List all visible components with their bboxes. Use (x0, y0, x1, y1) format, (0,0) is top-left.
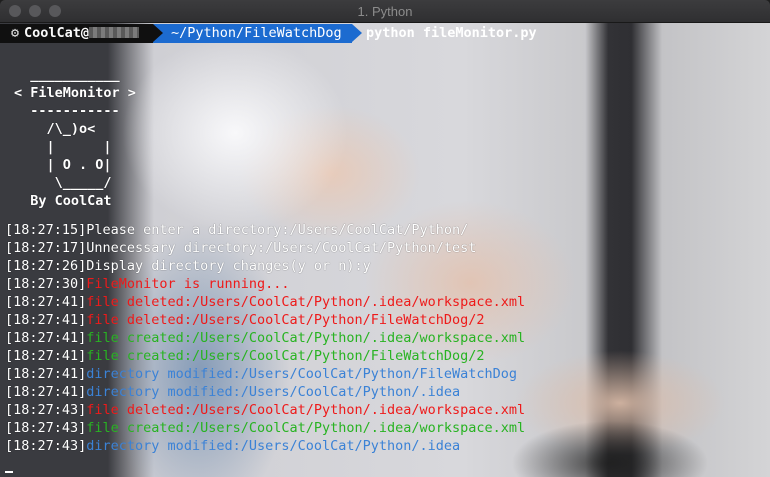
log-timestamp: [18:27:43] (5, 438, 87, 454)
log-message: file deleted:/Users/CoolCat/Python/FileW… (86, 312, 485, 328)
log-line: [18:27:41]file deleted:/Users/CoolCat/Py… (5, 311, 765, 329)
redacted-hostname (89, 27, 140, 38)
log-line: [18:27:43]directory modified:/Users/Cool… (5, 437, 765, 455)
log-message: file deleted:/Users/CoolCat/Python/.idea… (86, 402, 526, 418)
log-message: directory modified:/Users/CoolCat/Python… (86, 366, 518, 382)
log-timestamp: [18:27:15] (5, 222, 87, 238)
banner-line: By CoolCat (14, 193, 112, 209)
terminal-window: 1. Python ⚙ CoolCat@ ~/Python/FileWatchDo… (0, 0, 770, 477)
log-timestamp: [18:27:41] (5, 294, 87, 310)
log-output: [18:27:15]Please enter a directory:/User… (5, 221, 765, 455)
log-timestamp: [18:27:30] (5, 276, 87, 292)
log-timestamp: [18:27:43] (5, 402, 87, 418)
banner-line: ----------- (14, 103, 120, 119)
ascii-banner: ___________ < FileMonitor > ----------- … (14, 66, 136, 210)
log-message: FileMonitor is running... (86, 276, 290, 292)
banner-line: ___________ (14, 67, 120, 83)
log-line: [18:27:43]file created:/Users/CoolCat/Py… (5, 419, 765, 437)
log-line: [18:27:41]directory modified:/Users/Cool… (5, 365, 765, 383)
log-message: Please enter a directory:/Users/CoolCat/… (86, 222, 469, 238)
log-message: Display directory changes(y or n):y (86, 258, 371, 274)
terminal-cursor (5, 471, 13, 473)
terminal-content[interactable]: ⚙ CoolCat@ ~/Python/FileWatchDog python f… (0, 23, 770, 477)
log-message: Unnecessary directory:/Users/CoolCat/Pyt… (86, 240, 477, 256)
log-line: [18:27:15]Please enter a directory:/User… (5, 221, 765, 239)
log-message: file created:/Users/CoolCat/Python/.idea… (86, 330, 526, 346)
banner-line: /\_)o< (14, 121, 96, 137)
gear-icon: ⚙ (10, 25, 20, 41)
banner-line: < FileMonitor > (14, 85, 136, 101)
banner-line: \_____/ (14, 175, 112, 191)
log-message: file created:/Users/CoolCat/Python/.idea… (86, 420, 526, 436)
banner-line: | | (14, 139, 112, 155)
title-bar[interactable]: 1. Python (0, 0, 770, 23)
log-timestamp: [18:27:41] (5, 312, 87, 328)
prompt-user: CoolCat@ (24, 25, 90, 41)
log-timestamp: [18:27:41] (5, 366, 87, 382)
log-line: [18:27:43]file deleted:/Users/CoolCat/Py… (5, 401, 765, 419)
window-title: 1. Python (357, 4, 413, 19)
log-timestamp: [18:27:43] (5, 420, 87, 436)
prompt-separator-arrow (352, 24, 362, 42)
log-message: directory modified:/Users/CoolCat/Python… (86, 384, 461, 400)
prompt-path-segment: ~/Python/FileWatchDog (153, 24, 352, 43)
prompt-user-segment: ⚙ CoolCat@ (0, 24, 153, 43)
log-line: [18:27:26]Display directory changes(y or… (5, 257, 765, 275)
prompt-separator-arrow (153, 24, 163, 42)
log-timestamp: [18:27:17] (5, 240, 87, 256)
log-timestamp: [18:27:26] (5, 258, 87, 274)
log-timestamp: [18:27:41] (5, 384, 87, 400)
log-message: file created:/Users/CoolCat/Python/FileW… (86, 348, 485, 364)
log-line: [18:27:41]file created:/Users/CoolCat/Py… (5, 347, 765, 365)
log-timestamp: [18:27:41] (5, 330, 87, 346)
prompt-path: ~/Python/FileWatchDog (171, 25, 342, 41)
log-message: file deleted:/Users/CoolCat/Python/.idea… (86, 294, 526, 310)
log-line: [18:27:41]directory modified:/Users/Cool… (5, 383, 765, 401)
log-timestamp: [18:27:41] (5, 348, 87, 364)
log-line: [18:27:41]file deleted:/Users/CoolCat/Py… (5, 293, 765, 311)
log-line: [18:27:41]file created:/Users/CoolCat/Py… (5, 329, 765, 347)
log-line: [18:27:17]Unnecessary directory:/Users/C… (5, 239, 765, 257)
banner-line: | O . O| (14, 157, 112, 173)
log-line: [18:27:30]FileMonitor is running... (5, 275, 765, 293)
log-message: directory modified:/Users/CoolCat/Python… (86, 438, 461, 454)
prompt-command: python fileMonitor.py (366, 25, 537, 41)
